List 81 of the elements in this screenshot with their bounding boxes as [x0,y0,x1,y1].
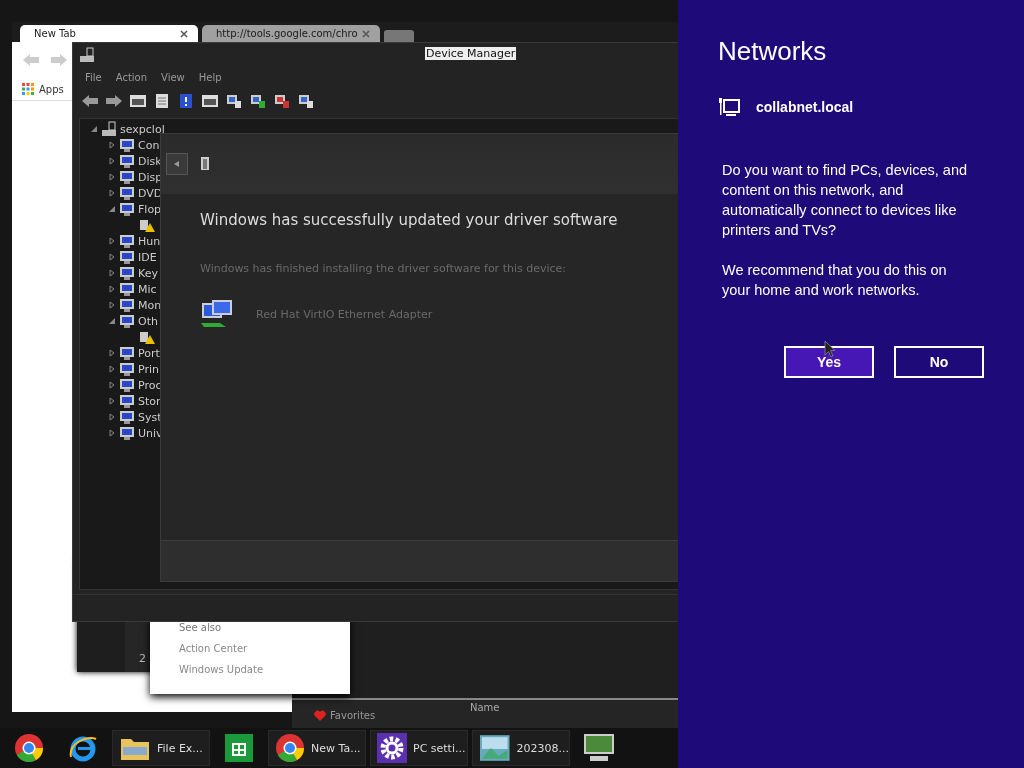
expander-icon[interactable] [108,317,116,325]
column-header[interactable]: Name [470,702,500,713]
tree-item[interactable]: IDE [138,250,157,264]
browser-tab[interactable]: http://tools.google.com/chro [202,25,380,42]
see-also-heading: See also [179,621,223,635]
taskbar-button[interactable]: PC setti... [370,730,468,766]
back-button[interactable] [166,153,188,175]
expander-icon[interactable] [90,125,98,133]
menu-item[interactable]: Help [198,72,222,83]
tree-item[interactable]: sexpclol [120,122,165,136]
favorites-item[interactable]: Favorites [314,710,376,721]
browser-icon [14,733,44,763]
tree-item[interactable]: Disk [138,154,162,168]
menu-item[interactable]: File [85,72,102,83]
expander-icon[interactable] [108,429,116,437]
expander-icon[interactable] [108,381,116,389]
tree-item[interactable]: Port [138,346,160,360]
recommendation-text: We recommend that you do this on your home and work networks. [722,261,948,300]
wired-network-icon [718,97,740,117]
expander-icon[interactable] [108,237,116,245]
menu-item[interactable]: Action [115,72,148,83]
taskbar-button[interactable]: File Ex... [112,730,210,766]
expander-icon[interactable] [108,189,116,197]
tree-item[interactable]: Oth [138,314,158,328]
tree-item[interactable]: Stor [138,394,161,408]
yes-button[interactable]: Yes [784,346,874,378]
network-adapter-icon [200,299,234,329]
expander-icon[interactable] [108,301,116,309]
dialog-message: Windows has finished installing the driver software for this device: [200,262,568,275]
tree-item[interactable]: Flop [138,202,162,216]
warning-device-icon [139,329,155,345]
window-icon[interactable] [129,93,147,110]
tree-item[interactable]: Key [138,266,158,280]
device-name: Red Hat VirtIO Ethernet Adapter [256,307,433,321]
image-icon [479,734,511,762]
expander-icon[interactable] [108,141,116,149]
taskbar-button[interactable]: 202308... [472,730,570,766]
tree-item[interactable]: Proc [138,378,162,392]
count-label: 2 [139,652,146,665]
warning-device-icon [139,217,155,233]
tree-item[interactable]: Con [138,138,160,152]
apps-grid-icon [22,83,34,95]
tree-item[interactable]: Syst [138,410,162,424]
taskbar-button[interactable]: New Ta... [268,730,366,766]
expander-icon[interactable] [108,173,116,181]
apps-bookmark[interactable]: Apps [22,83,64,95]
settings-icon [377,733,407,763]
panel-title: Networks [718,36,828,67]
close-icon[interactable] [180,29,188,38]
browser-tab[interactable]: New Tab [20,25,198,42]
no-button[interactable]: No [894,346,984,378]
back-icon[interactable] [81,93,99,110]
menu-item[interactable]: View [161,72,185,83]
window-title: Device Manager [425,47,517,60]
back-icon [174,161,180,167]
tree-item[interactable]: Mic [138,282,157,296]
tree-item[interactable]: Hun [138,234,161,248]
expander-icon[interactable] [108,397,116,405]
see-also-link[interactable]: Windows Update [179,662,350,677]
expander-icon[interactable] [108,253,116,261]
expander-icon[interactable] [108,285,116,293]
expander-icon[interactable] [108,205,116,213]
dialog-heading: Windows has successfully updated your driver software [200,211,619,229]
remove-device-icon[interactable] [273,93,291,110]
expander-icon[interactable] [108,269,116,277]
tree-item[interactable]: Mon [138,298,162,312]
document-icon[interactable] [153,93,171,110]
tree-item[interactable]: Prin [138,362,159,376]
network-name: collabnet.local [756,99,854,115]
heart-icon [314,710,326,721]
store-icon [224,733,254,763]
see-also-link[interactable]: Action Center [179,641,350,656]
expander-icon[interactable] [108,157,116,165]
window-icon[interactable] [201,93,219,110]
question-text: Do you want to find PCs, devices, and content on this network, and automatically connect to devices like printers and TVs? [722,161,969,240]
forward-icon[interactable] [105,93,123,110]
expander-icon[interactable] [108,413,116,421]
expander-icon[interactable] [108,349,116,357]
expander-icon[interactable] [108,365,116,373]
browser-icon [275,733,305,763]
cursor-icon [824,340,836,358]
